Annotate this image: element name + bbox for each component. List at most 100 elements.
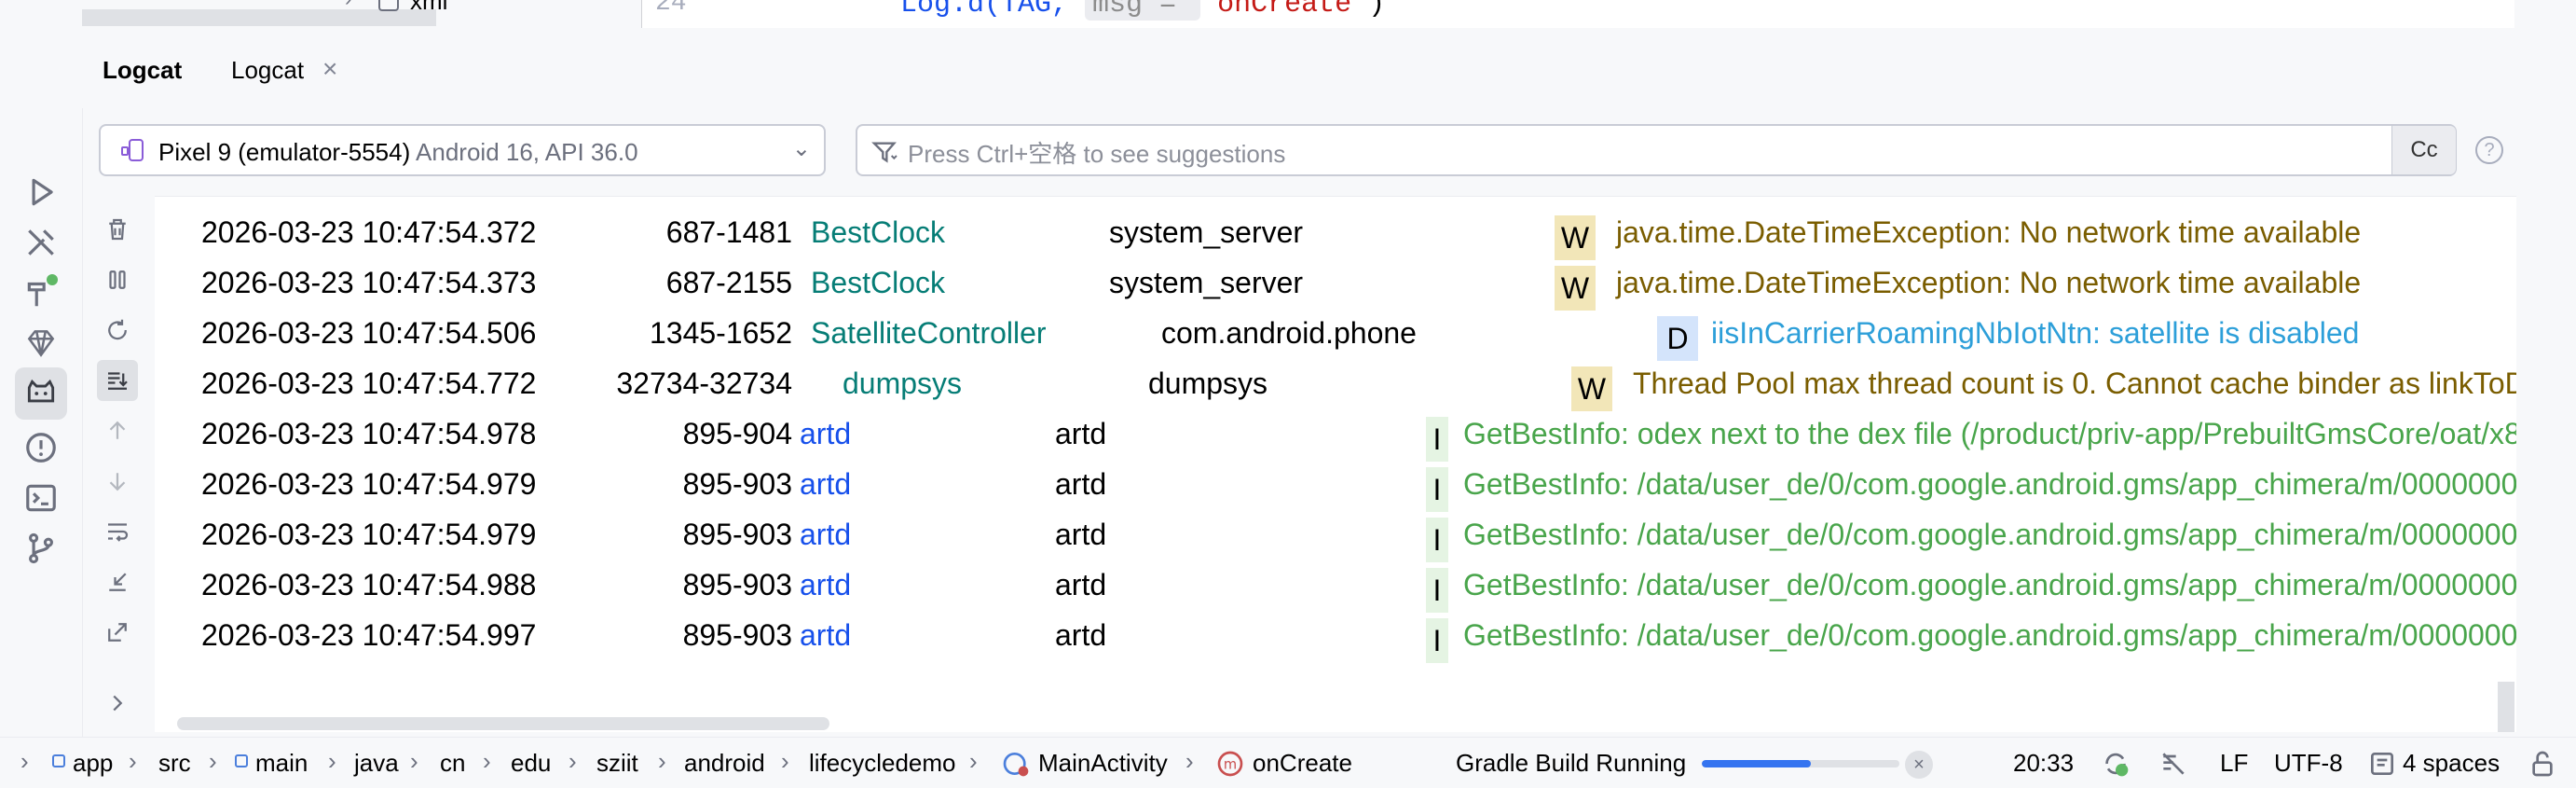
tools-icon: [28, 229, 54, 256]
cursor-position[interactable]: 20:33: [2013, 749, 2074, 778]
build-tools-button[interactable]: [15, 216, 67, 269]
clear-logcat-button[interactable]: [97, 209, 138, 250]
log-package: artd: [1055, 518, 1107, 551]
log-timestamp: 2026-03-23 10:47:54.772: [201, 366, 537, 400]
logcat-toolbar: [82, 196, 153, 737]
log-level-badge: I: [1426, 618, 1448, 663]
log-row[interactable]: 2026-03-23 10:47:54.988 895-903 artd artd I G…: [155, 559, 2516, 613]
logcat-filter-input[interactable]: Press Ctrl+空格 to see suggestions: [856, 124, 2457, 176]
logcat-cat-icon: [27, 379, 55, 403]
log-row[interactable]: 2026-03-23 10:47:54.978 895-904 artd artd I G…: [155, 408, 2516, 462]
device-name-text: Pixel 9 (emulator-5554): [158, 138, 411, 166]
line-ending[interactable]: LF: [2220, 749, 2248, 778]
gem-button[interactable]: [15, 317, 67, 369]
indent-setting[interactable]: 4 spaces: [2403, 749, 2500, 778]
breadcrumb-java[interactable]: java: [354, 749, 399, 778]
lock-icon[interactable]: [2528, 749, 2557, 779]
log-row[interactable]: 2026-03-23 10:47:54.979 895-903 artd artd I G…: [155, 458, 2516, 512]
file-encoding[interactable]: UTF-8: [2274, 749, 2343, 778]
log-row[interactable]: 2026-03-23 10:47:54.979 895-903 artd artd I G…: [155, 508, 2516, 562]
log-package: artd: [1055, 467, 1107, 501]
soft-wrap-button[interactable]: [97, 511, 138, 552]
breadcrumb-edu[interactable]: edu: [511, 749, 551, 778]
module-icon: [235, 754, 248, 767]
indent-icon: [2371, 753, 2393, 775]
editor-strip: › xml 24 Log.d(TAG, msg = "onCreate"): [0, 0, 2576, 28]
editor-right: [1676, 0, 2514, 28]
module-icon: [52, 754, 65, 767]
breadcrumb-oncreate[interactable]: onCreate: [1253, 749, 1352, 778]
cancel-task-icon[interactable]: ×: [1905, 751, 1933, 779]
down-button[interactable]: [97, 461, 138, 502]
build-button[interactable]: [15, 267, 67, 319]
breadcrumb-src[interactable]: src: [158, 749, 191, 778]
close-icon[interactable]: ×: [322, 54, 337, 84]
log-level-badge: I: [1426, 467, 1448, 512]
problems-button[interactable]: [15, 422, 67, 474]
log-message: GetBestInfo: /data/user_de/0/com.google.…: [1463, 618, 2516, 652]
run-button[interactable]: [15, 166, 67, 218]
editor-code[interactable]: Log.d(TAG, msg = "onCreate"): [828, 0, 1677, 28]
terminal-button[interactable]: [15, 472, 67, 524]
log-pid: 895-904: [682, 417, 792, 450]
sync-check-icon[interactable]: [2101, 749, 2131, 779]
collapse-icon: [109, 573, 127, 591]
restart-button[interactable]: [97, 310, 138, 351]
code-call: Log.d(TAG,: [900, 0, 1086, 21]
breadcrumb-mainactivity[interactable]: MainActivity: [1038, 749, 1168, 778]
filter-icon[interactable]: [870, 137, 900, 167]
logcat-output[interactable]: 2026-03-23 10:47:54.372 687-1481 BestClock…: [155, 196, 2516, 732]
git-button[interactable]: [15, 522, 67, 574]
code-string: "onCreate": [1200, 0, 1369, 21]
breadcrumb-separator: ›: [129, 747, 137, 775]
breadcrumb-sziit[interactable]: sziit: [596, 749, 638, 778]
breadcrumb-lifecycledemo[interactable]: lifecycledemo: [809, 749, 956, 778]
more-button[interactable]: [97, 683, 138, 724]
help-icon[interactable]: ?: [2475, 136, 2503, 164]
vertical-scrollbar[interactable]: [2498, 682, 2514, 732]
breadcrumb-cn[interactable]: cn: [440, 749, 465, 778]
log-pid: 687-1481: [665, 215, 792, 249]
expand-button[interactable]: [97, 612, 138, 653]
code-line[interactable]: Log.d(TAG, msg = "onCreate"): [900, 0, 1385, 21]
class-icon: [1003, 753, 1029, 777]
tab-logcat[interactable]: Logcat: [231, 56, 304, 85]
arrow-up-icon: [109, 421, 126, 439]
breadcrumb-app[interactable]: app: [73, 749, 113, 778]
tree-item-xml[interactable]: xml: [410, 0, 447, 16]
breadcrumb-android[interactable]: android: [684, 749, 765, 778]
logcat-tab-bar: Logcat Logcat ×: [82, 28, 2516, 108]
log-package: dumpsys: [1148, 366, 1268, 400]
logcat-button[interactable]: [15, 367, 67, 420]
device-selector[interactable]: Pixel 9 (emulator-5554) Android 16, API …: [99, 124, 826, 176]
warning-circle-icon: [26, 433, 56, 463]
match-case-button[interactable]: Cc: [2391, 126, 2456, 174]
log-message: GetBestInfo: odex next to the dex file (…: [1463, 417, 2516, 450]
up-button[interactable]: [97, 410, 138, 451]
breadcrumb-main[interactable]: main: [255, 749, 308, 778]
log-row[interactable]: 2026-03-23 10:47:54.373 687-2155 BestClock…: [155, 256, 2516, 311]
background-task-label[interactable]: Gradle Build Running: [1456, 749, 1686, 778]
build-status-dot: [47, 274, 58, 285]
no-inspection-icon[interactable]: [2158, 749, 2188, 779]
log-row[interactable]: 2026-03-23 10:47:54.372 687-1481 BestClock…: [155, 206, 2516, 260]
scroll-to-end-button[interactable]: [97, 360, 138, 401]
pause-button[interactable]: [97, 259, 138, 300]
log-level-badge: W: [1555, 266, 1596, 311]
log-level-badge: W: [1555, 215, 1596, 260]
collapse-button[interactable]: [97, 561, 138, 602]
folder-checkbox[interactable]: [378, 0, 399, 11]
horizontal-scrollbar[interactable]: [177, 717, 829, 730]
log-package: artd: [1055, 417, 1107, 450]
log-row[interactable]: 2026-03-23 10:47:54.772 32734-32734 dumpsy…: [155, 357, 2516, 411]
status-bar: › app › src › main › java › cn › edu › s…: [0, 737, 2576, 788]
chevron-right-icon[interactable]: ›: [345, 0, 351, 11]
breadcrumb-separator: ›: [1185, 747, 1194, 775]
tree-selection: [82, 9, 436, 26]
log-tag: artd: [800, 417, 852, 450]
log-tag: dumpsys: [843, 366, 963, 400]
chevron-down-icon[interactable]: ⌄: [792, 135, 811, 162]
log-row[interactable]: 2026-03-23 10:47:54.506 1345-1652 Satellit…: [155, 307, 2516, 361]
tool-window-title: Logcat: [103, 56, 183, 84]
log-row[interactable]: 2026-03-23 10:47:54.997 895-903 artd artd I G…: [155, 609, 2516, 663]
